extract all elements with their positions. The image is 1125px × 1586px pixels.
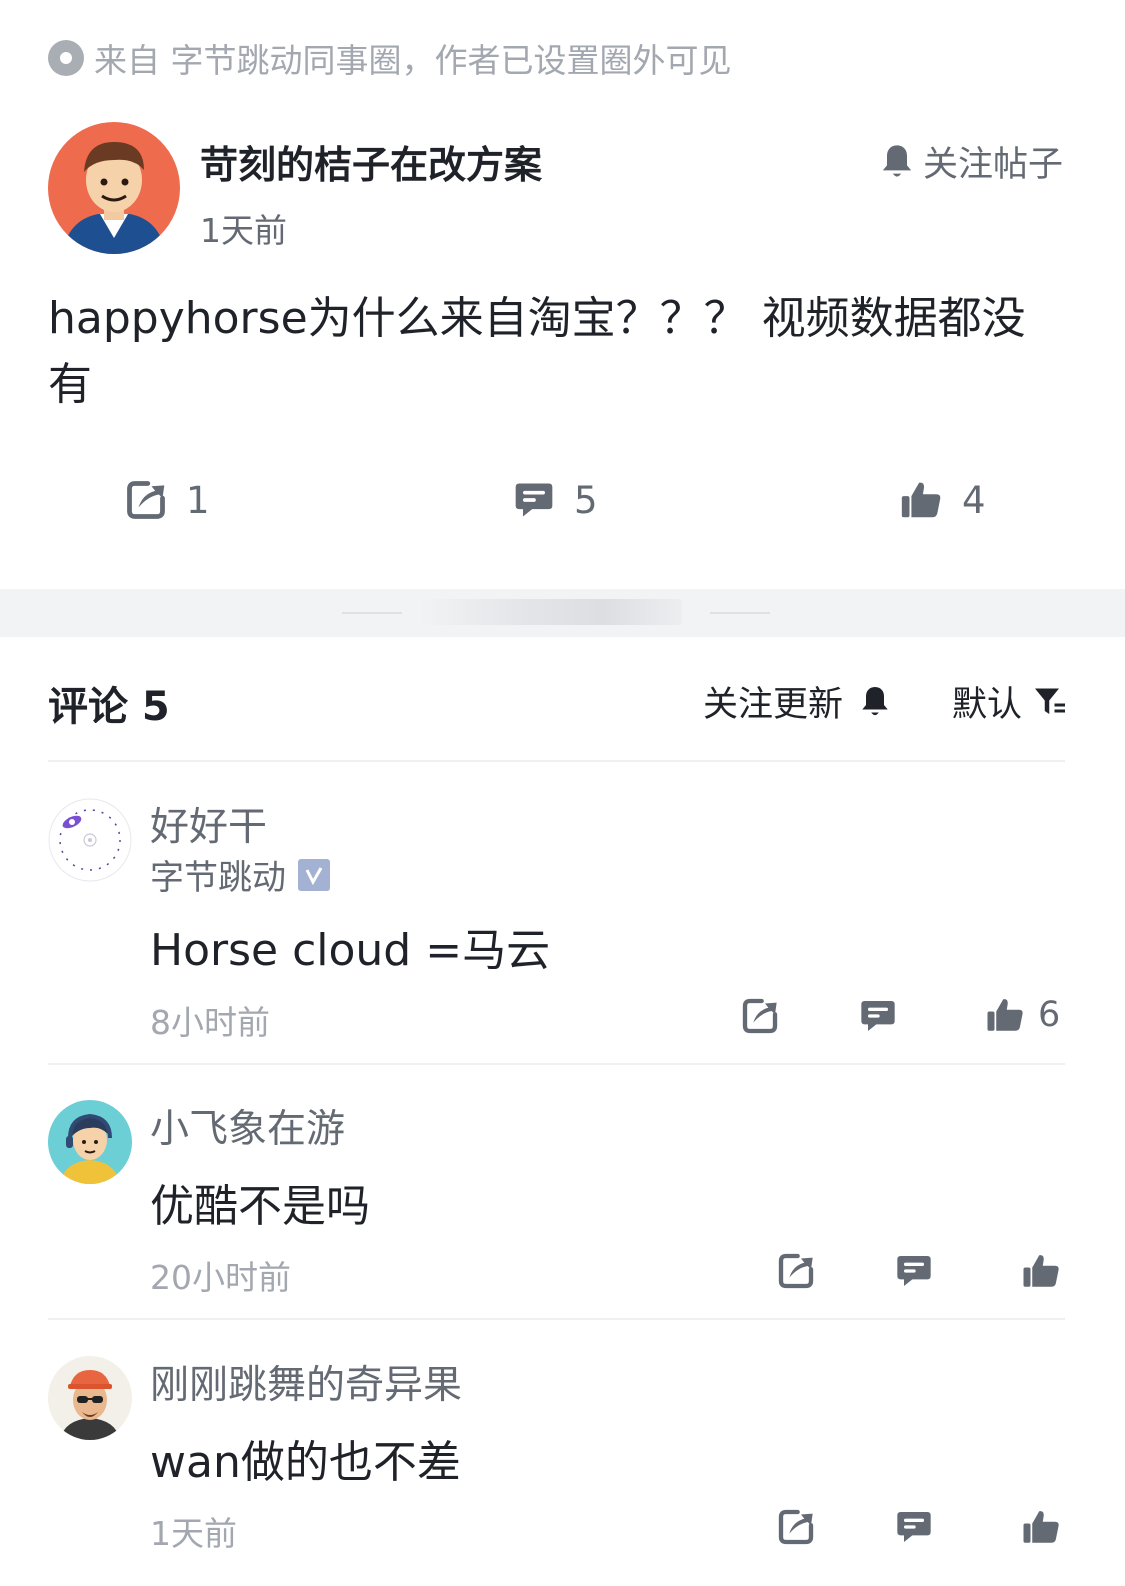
- comment-share-button[interactable]: [776, 1507, 816, 1547]
- comment-reply-button[interactable]: [858, 996, 898, 1036]
- commenter-name[interactable]: 好好干: [150, 796, 267, 852]
- thumbs-up-icon: [987, 999, 1023, 1031]
- follow-updates-label: 关注更新: [703, 685, 844, 725]
- comment-text: Horse cloud =马云: [150, 925, 551, 976]
- org-label: 字节跳动: [150, 858, 286, 898]
- source-line: 来自 字节跳动同事圈，作者已设置圈外可见: [48, 36, 732, 80]
- share-count: 1: [186, 478, 210, 522]
- thumbs-up-icon: [1023, 1511, 1059, 1543]
- comment-like-button[interactable]: [1020, 1506, 1062, 1548]
- commenter-avatar[interactable]: [48, 1100, 132, 1184]
- comment-time: 8小时前: [150, 1003, 270, 1042]
- share-arrow-icon: [778, 1509, 814, 1545]
- author-avatar[interactable]: [48, 122, 180, 254]
- commenter-org: 字节跳动: [150, 850, 330, 899]
- thumbs-up-icon: [901, 482, 941, 518]
- comment-time: 1天前: [150, 1514, 237, 1553]
- share-arrow-icon: [127, 481, 165, 519]
- share-arrow-icon: [778, 1253, 814, 1289]
- circle-dot-icon: [48, 40, 84, 76]
- section-divider: [0, 589, 1125, 637]
- comment-share-button[interactable]: [740, 996, 780, 1036]
- author-name[interactable]: 苛刻的桔子在改方案: [200, 134, 542, 189]
- thumbs-up-icon: [1023, 1255, 1059, 1287]
- separator: [48, 1318, 1065, 1320]
- comment-bubble-icon: [897, 1256, 931, 1286]
- comment-bubble-icon: [861, 1001, 895, 1031]
- comment-reply-button[interactable]: [894, 1251, 934, 1291]
- comment-like-count: 6: [1038, 995, 1061, 1035]
- sort-label: 默认: [952, 685, 1023, 725]
- share-button[interactable]: 1: [124, 472, 210, 528]
- comment-text: 优酷不是吗: [150, 1181, 370, 1232]
- source-text: 来自 字节跳动同事圈，作者已设置圈外可见: [94, 41, 732, 80]
- post-content: happyhorse为什么来自淘宝？？？ 视频数据都没有: [48, 293, 1026, 410]
- comment-time: 20小时前: [150, 1258, 291, 1297]
- follow-post-label: 关注帖子: [922, 145, 1063, 185]
- comment-bubble-icon: [897, 1512, 931, 1542]
- like-button[interactable]: 4: [898, 472, 986, 528]
- commenter-name[interactable]: 刚刚跳舞的奇异果: [150, 1354, 462, 1410]
- share-arrow-icon: [742, 998, 778, 1034]
- comment-share-button[interactable]: [776, 1251, 816, 1291]
- post-time: 1天前: [200, 211, 287, 250]
- comment-like-button[interactable]: [1020, 1250, 1062, 1292]
- commenter-avatar[interactable]: [48, 798, 132, 882]
- verified-badge-icon: [298, 858, 330, 891]
- comment-like-button[interactable]: 6: [984, 994, 1060, 1036]
- comment-bubble-icon: [515, 483, 553, 517]
- commenter-name[interactable]: 小飞象在游: [150, 1098, 345, 1154]
- follow-post-button[interactable]: 关注帖子: [877, 136, 1063, 187]
- bell-icon: [862, 686, 888, 715]
- comment-reply-button[interactable]: [894, 1507, 934, 1547]
- comments-title: 评论 5: [48, 684, 170, 730]
- filter-icon: [1035, 688, 1066, 714]
- sort-button[interactable]: 默认: [952, 676, 1068, 727]
- comment-text: wan做的也不差: [150, 1437, 461, 1488]
- comment-count: 5: [574, 478, 598, 522]
- bell-icon: [882, 144, 912, 177]
- comment-button[interactable]: 5: [512, 472, 598, 528]
- separator: [48, 1063, 1065, 1065]
- follow-updates-button[interactable]: 关注更新: [703, 676, 893, 727]
- separator: [48, 760, 1065, 762]
- commenter-avatar[interactable]: [48, 1356, 132, 1440]
- like-count: 4: [962, 478, 986, 522]
